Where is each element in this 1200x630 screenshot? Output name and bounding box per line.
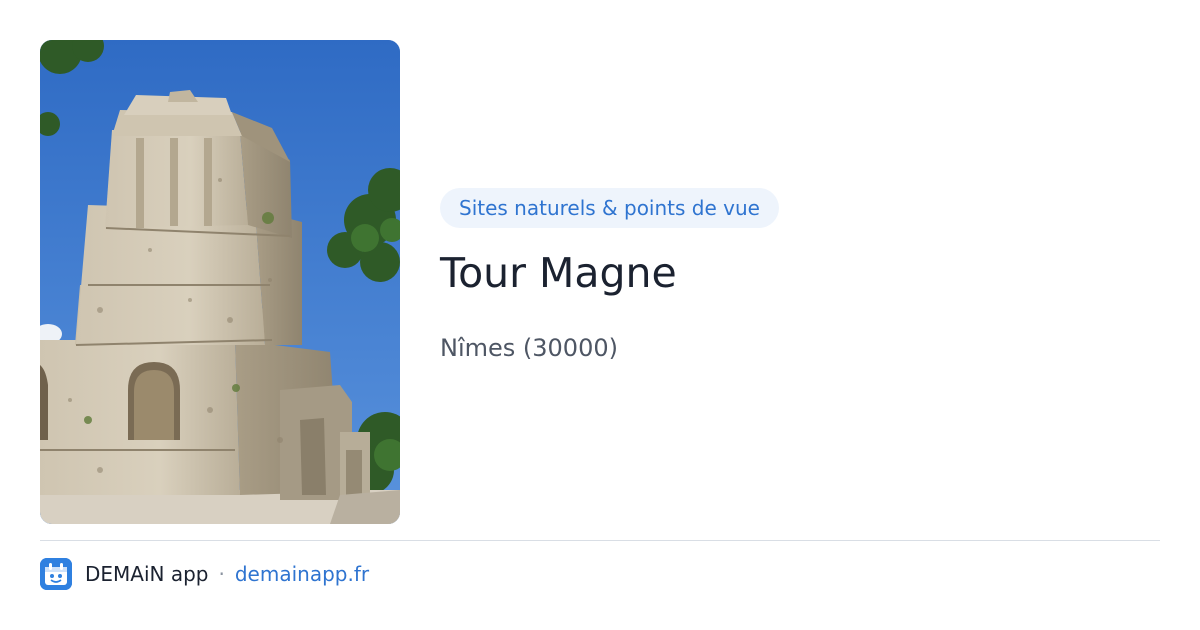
footer-divider: [40, 540, 1160, 541]
category-badge: Sites naturels & points de vue: [440, 188, 779, 228]
app-domain-link[interactable]: demainapp.fr: [235, 562, 369, 586]
app-name: DEMAiN app: [85, 562, 209, 586]
place-photo: [40, 40, 400, 524]
footer-separator: ·: [218, 562, 225, 586]
place-location: Nîmes (30000): [440, 334, 618, 362]
tour-magne-photo: [40, 40, 400, 524]
footer: DEMAiN app · demainapp.fr: [40, 558, 369, 590]
app-logo-icon: [40, 558, 72, 590]
place-info: Sites naturels & points de vue Tour Magn…: [440, 188, 1160, 363]
place-title: Tour Magne: [440, 249, 677, 297]
